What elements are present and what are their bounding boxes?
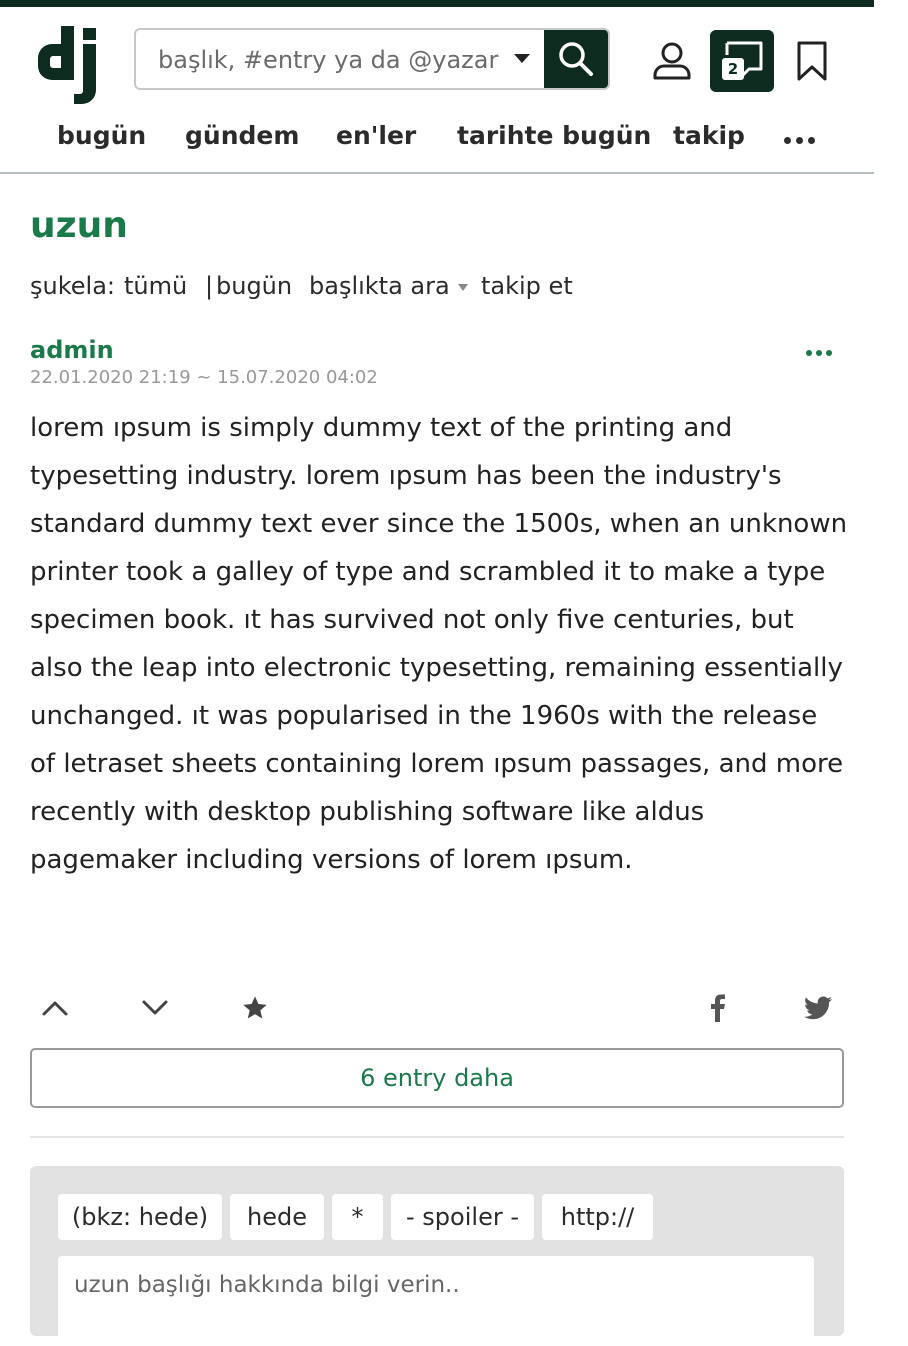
- bookmark-icon: [797, 41, 827, 81]
- sukela-all-link[interactable]: tümü: [124, 272, 187, 300]
- top-accent-bar: [0, 0, 874, 7]
- entry-content: lorem ıpsum is simply dummy text of the …: [30, 413, 848, 875]
- nav-item-enler[interactable]: en'ler: [336, 121, 416, 150]
- nav-item-takip[interactable]: takip: [673, 121, 745, 150]
- asterisk-button[interactable]: *: [332, 1194, 383, 1240]
- follow-topic-link[interactable]: takip et: [481, 272, 573, 300]
- more-entries-button[interactable]: 6 entry daha: [30, 1048, 844, 1108]
- twitter-icon: [804, 996, 832, 1020]
- entry-options-icon[interactable]: [806, 350, 832, 356]
- search-dropdown-caret-icon[interactable]: [514, 54, 530, 63]
- entry-actions: [30, 986, 844, 1030]
- search-icon: [559, 42, 593, 76]
- topic-title[interactable]: uzun: [30, 205, 128, 246]
- share-facebook-button[interactable]: [696, 986, 740, 1030]
- search-in-topic-dropdown[interactable]: başlıkta ara: [309, 272, 468, 300]
- message-count-badge: 2: [722, 58, 744, 80]
- user-icon: [653, 42, 691, 80]
- nav-item-gundem[interactable]: gündem: [185, 121, 299, 150]
- messages-button[interactable]: 2: [710, 30, 774, 92]
- chevron-down-icon: [142, 1000, 168, 1015]
- entry-date[interactable]: 22.01.2020 21:19 ~ 15.07.2020 04:02: [30, 367, 378, 388]
- downvote-button[interactable]: [133, 986, 177, 1030]
- star-icon: [243, 996, 267, 1019]
- share-twitter-button[interactable]: [796, 986, 840, 1030]
- spoiler-button[interactable]: - spoiler -: [391, 1194, 534, 1240]
- sukela-label: şukela:: [30, 272, 115, 300]
- bkz-button[interactable]: (bkz: hede): [58, 1194, 222, 1240]
- more-menu-icon[interactable]: [784, 137, 815, 144]
- sukela-today-link[interactable]: bugün: [206, 272, 292, 300]
- nav-item-tarihte-bugun[interactable]: tarihte bugün: [457, 121, 651, 150]
- user-account-button[interactable]: [640, 30, 704, 92]
- upvote-button[interactable]: [33, 986, 77, 1030]
- nav-item-bugun[interactable]: bugün: [57, 121, 146, 150]
- favorite-button[interactable]: [233, 986, 277, 1030]
- bookmarks-button[interactable]: [780, 30, 844, 92]
- link-button[interactable]: http://: [542, 1194, 653, 1240]
- entry-editor: (bkz: hede) hede * - spoiler - http://: [30, 1166, 844, 1346]
- hede-button[interactable]: hede: [230, 1194, 324, 1240]
- page-edge: [874, 0, 908, 1326]
- chevron-up-icon: [42, 1001, 68, 1016]
- search-button[interactable]: [544, 30, 608, 88]
- divider: [30, 1136, 844, 1138]
- search-box: [134, 28, 610, 90]
- entry-textarea[interactable]: [58, 1256, 814, 1346]
- site-logo[interactable]: [36, 24, 108, 110]
- search-in-topic-label: başlıkta ara: [309, 272, 450, 300]
- main-nav: bugün gündem en'ler tarihte bugün takip: [0, 112, 874, 174]
- search-input[interactable]: [136, 30, 530, 88]
- dropdown-caret-icon: [457, 283, 468, 291]
- facebook-icon: [711, 994, 725, 1022]
- entry-author[interactable]: admin: [30, 336, 114, 364]
